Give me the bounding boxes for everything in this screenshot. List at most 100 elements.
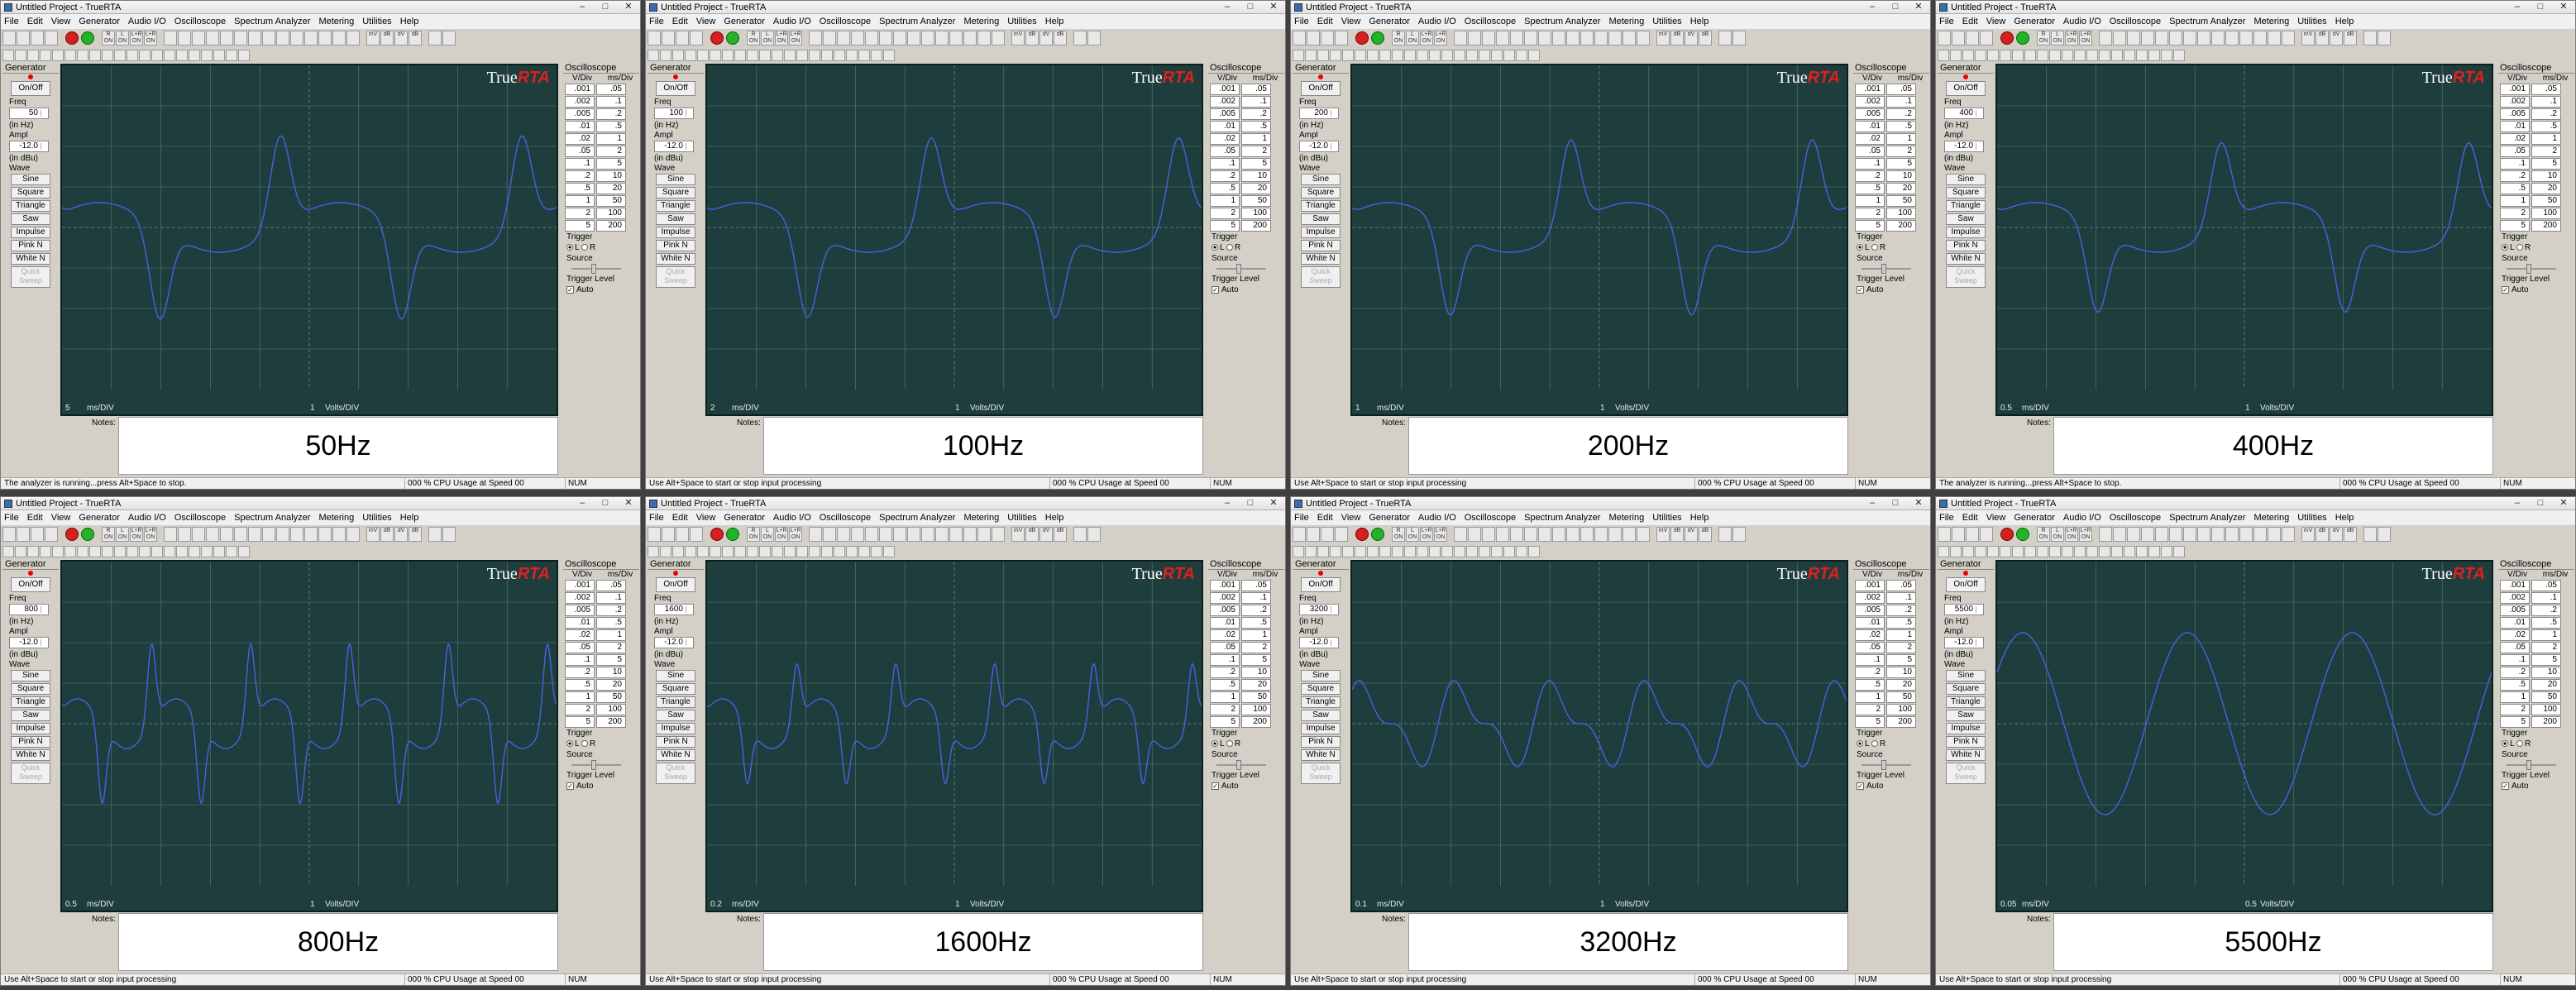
toolbar-view-icon[interactable] xyxy=(823,527,836,542)
toolbar-small-icon[interactable] xyxy=(846,546,858,557)
menu-audio-i-o[interactable]: Audio I/O xyxy=(2063,513,2101,523)
context-help-icon[interactable] xyxy=(2378,527,2391,542)
toolbar-small-icon[interactable] xyxy=(1975,546,1986,557)
vdiv-button[interactable]: .2 xyxy=(2500,667,2530,678)
toolbar-small-icon[interactable] xyxy=(201,546,213,557)
toolbar-small-icon[interactable] xyxy=(151,50,163,61)
vdiv-button[interactable]: 1 xyxy=(1855,691,1885,703)
menu-oscilloscope[interactable]: Oscilloscope xyxy=(820,17,871,26)
toolbar-small-icon[interactable] xyxy=(1962,546,1974,557)
toolbar-small-icon[interactable] xyxy=(1479,546,1490,557)
msdiv-button[interactable]: 5 xyxy=(1241,654,1271,666)
msdiv-button[interactable]: 200 xyxy=(1241,716,1271,728)
trigger-slider[interactable] xyxy=(2507,264,2556,274)
maximize-button[interactable]: □ xyxy=(594,1,617,13)
vdiv-button[interactable]: 2 xyxy=(565,704,595,715)
msdiv-button[interactable]: 200 xyxy=(1886,716,1916,728)
menu-audio-i-o[interactable]: Audio I/O xyxy=(773,513,811,523)
channel-toggle-button[interactable]: L+R ON xyxy=(775,31,788,45)
msdiv-button[interactable]: 20 xyxy=(1886,679,1916,691)
toolbar-small-icon[interactable] xyxy=(27,50,39,61)
unit-button[interactable]: dB xyxy=(1054,527,1067,542)
msdiv-button[interactable]: .1 xyxy=(1241,592,1271,604)
unit-button[interactable]: dB xyxy=(380,527,394,542)
toolbar-tool-icon[interactable] xyxy=(1321,527,1334,542)
toolbar-small-icon[interactable] xyxy=(15,546,26,557)
context-help-icon[interactable] xyxy=(1732,527,1746,542)
menu-utilities[interactable]: Utilities xyxy=(362,17,391,26)
toolbar-small-icon[interactable] xyxy=(1367,546,1379,557)
vdiv-button[interactable]: .02 xyxy=(2500,133,2530,145)
vdiv-button[interactable]: .02 xyxy=(565,629,595,641)
toolbar-view-icon[interactable] xyxy=(1594,31,1608,45)
radio-left[interactable] xyxy=(1857,244,1863,251)
unit-button[interactable]: dV xyxy=(394,31,408,45)
toolbar-small-icon[interactable] xyxy=(772,546,783,557)
toolbar-small-icon[interactable] xyxy=(1392,546,1403,557)
notes-field[interactable]: 5500Hz xyxy=(2053,913,2493,971)
msdiv-button[interactable]: .1 xyxy=(1886,592,1916,604)
vdiv-button[interactable]: 1 xyxy=(565,691,595,703)
toolbar-tool-icon[interactable] xyxy=(648,31,661,45)
toolbar-view-icon[interactable] xyxy=(2155,31,2168,45)
toolbar-view-icon[interactable] xyxy=(2268,31,2281,45)
vdiv-button[interactable]: .002 xyxy=(565,96,595,108)
ampl-spinner[interactable]: -12.0 xyxy=(1944,637,1984,648)
menu-utilities[interactable]: Utilities xyxy=(1652,17,1681,26)
trigger-slider[interactable] xyxy=(571,264,621,274)
menu-audio-i-o[interactable]: Audio I/O xyxy=(128,17,166,26)
minimize-button[interactable]: – xyxy=(571,1,594,13)
msdiv-button[interactable]: 50 xyxy=(1241,691,1271,703)
toolbar-view-icon[interactable] xyxy=(1552,31,1565,45)
toolbar-view-icon[interactable] xyxy=(318,31,332,45)
msdiv-button[interactable]: .05 xyxy=(2531,84,2561,95)
vdiv-button[interactable]: 2 xyxy=(1855,208,1885,219)
vdiv-button[interactable]: .5 xyxy=(1210,183,1240,194)
toolbar-small-icon[interactable] xyxy=(1330,546,1341,557)
toolbar-small-icon[interactable] xyxy=(685,546,696,557)
menu-file[interactable]: File xyxy=(1294,513,1309,523)
auto-checkbox[interactable]: ✓ xyxy=(1212,285,1219,294)
toolbar-small-icon[interactable] xyxy=(164,50,175,61)
toolbar-view-icon[interactable] xyxy=(1552,527,1565,542)
quick-sweep-button[interactable]: Quick Sweep xyxy=(1946,266,1986,288)
msdiv-button[interactable]: .5 xyxy=(1241,121,1271,132)
vdiv-button[interactable]: .001 xyxy=(2500,84,2530,95)
unit-button[interactable]: dB xyxy=(1670,31,1684,45)
msdiv-button[interactable]: 10 xyxy=(1886,667,1916,678)
msdiv-button[interactable]: .2 xyxy=(1886,108,1916,120)
vdiv-button[interactable]: .01 xyxy=(565,617,595,629)
toolbar-view-icon[interactable] xyxy=(1623,31,1636,45)
channel-toggle-button[interactable]: L ON xyxy=(761,31,774,45)
toolbar-tool-icon[interactable] xyxy=(662,527,675,542)
msdiv-button[interactable]: .2 xyxy=(2531,605,2561,616)
menu-file[interactable]: File xyxy=(649,17,664,26)
toolbar-view-icon[interactable] xyxy=(823,31,836,45)
channel-toggle-button[interactable]: L+R ON xyxy=(789,527,802,542)
msdiv-button[interactable]: 2 xyxy=(596,642,626,653)
wave-saw-button[interactable]: Saw xyxy=(1301,710,1341,721)
toolbar-tool-icon[interactable] xyxy=(17,527,30,542)
channel-toggle-button[interactable]: L ON xyxy=(2051,31,2064,45)
toolbar-view-icon[interactable] xyxy=(809,31,822,45)
msdiv-button[interactable]: 20 xyxy=(2531,679,2561,691)
vdiv-button[interactable]: .001 xyxy=(565,580,595,591)
context-help-icon[interactable] xyxy=(1732,31,1746,45)
menu-oscilloscope[interactable]: Oscilloscope xyxy=(174,513,226,523)
toolbar-view-icon[interactable] xyxy=(304,31,318,45)
msdiv-button[interactable]: .2 xyxy=(2531,108,2561,120)
toolbar-small-icon[interactable] xyxy=(2074,50,2086,61)
ampl-spinner[interactable]: -12.0 xyxy=(654,141,694,152)
toolbar-view-icon[interactable] xyxy=(949,527,963,542)
msdiv-button[interactable]: .1 xyxy=(596,96,626,108)
unit-button[interactable]: dB xyxy=(2344,31,2357,45)
minimize-button[interactable]: – xyxy=(2506,1,2529,13)
wave-pink-n-button[interactable]: Pink N xyxy=(1301,736,1341,748)
toolbar-small-icon[interactable] xyxy=(176,50,188,61)
context-help-icon[interactable] xyxy=(442,527,456,542)
menu-help[interactable]: Help xyxy=(2335,513,2354,523)
toolbar-small-icon[interactable] xyxy=(697,546,709,557)
toolbar-view-icon[interactable] xyxy=(2099,527,2112,542)
toolbar-view-icon[interactable] xyxy=(262,31,275,45)
toolbar-small-icon[interactable] xyxy=(747,546,758,557)
